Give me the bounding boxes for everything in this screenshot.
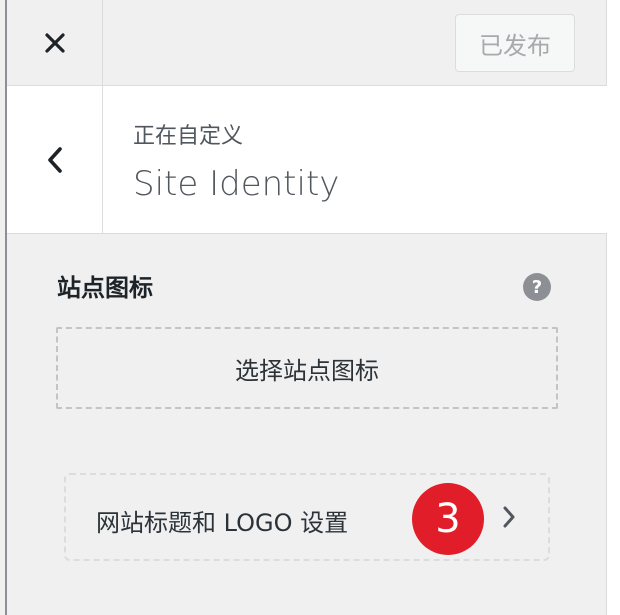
section-header: 正在自定义 Site Identity xyxy=(7,86,607,234)
select-site-icon-label: 选择站点图标 xyxy=(235,356,379,385)
help-glyph: ? xyxy=(531,276,543,298)
right-edge xyxy=(607,0,620,615)
select-site-icon-button[interactable]: 选择站点图标 xyxy=(56,327,558,409)
chevron-left-icon xyxy=(47,146,62,173)
back-button[interactable] xyxy=(7,86,103,233)
title-logo-settings-label: 网站标题和 LOGO 设置 xyxy=(96,509,349,537)
close-button[interactable] xyxy=(7,0,103,85)
customizer-panel: 已发布 正在自定义 Site Identity 站点图标 ? 选择站点图标 网站… xyxy=(7,0,607,615)
title-logo-settings-button[interactable]: 网站标题和 LOGO 设置 3 xyxy=(64,473,550,561)
step-badge: 3 xyxy=(412,483,484,555)
left-edge xyxy=(0,0,7,615)
help-icon[interactable]: ? xyxy=(523,273,551,301)
customizing-breadcrumb: 正在自定义 xyxy=(133,124,244,149)
publish-button[interactable]: 已发布 xyxy=(455,14,575,72)
section-title: Site Identity xyxy=(133,164,340,204)
chevron-right-icon xyxy=(503,506,515,528)
customizer-header: 已发布 xyxy=(7,0,607,86)
close-icon xyxy=(44,32,65,53)
site-icon-heading: 站点图标 xyxy=(57,274,153,302)
